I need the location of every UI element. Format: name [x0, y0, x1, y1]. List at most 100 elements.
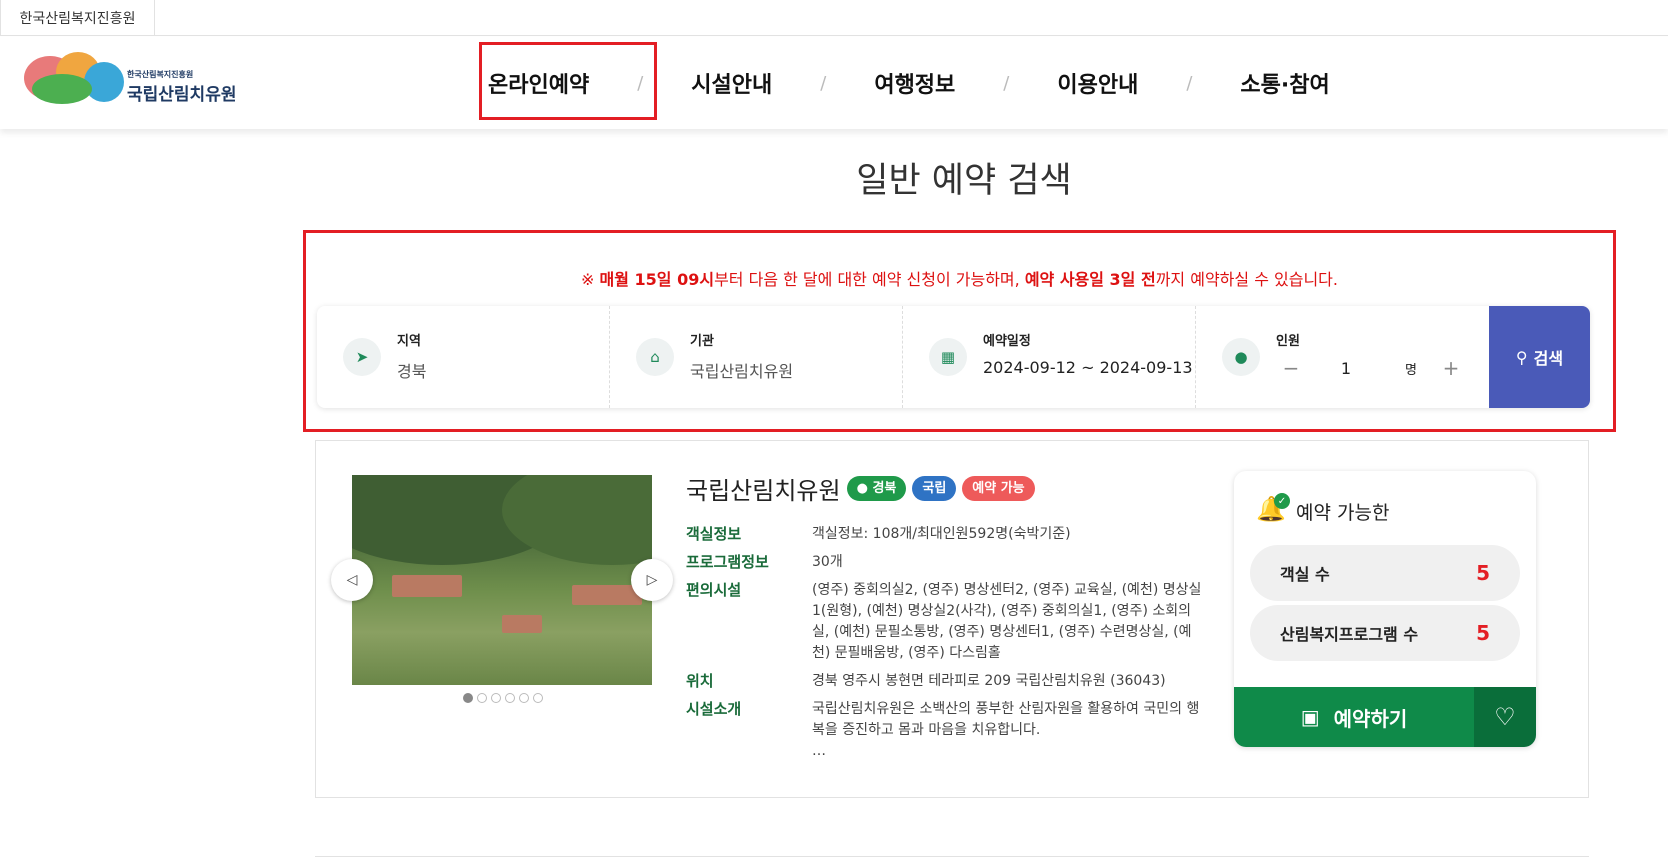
facility-card: ◁ ▷ 국립산림치유원 ● 경북 국립 예약 가능 객실정보 객실정보: 108… — [315, 440, 1589, 798]
slider-dot[interactable] — [533, 693, 543, 703]
org-link[interactable]: 한국산림복지진흥원 — [0, 0, 155, 36]
region-badge: ● 경북 — [846, 476, 907, 501]
facility-photo — [352, 475, 652, 685]
slider-dot[interactable] — [491, 693, 501, 703]
region-label: 지역 — [397, 334, 421, 349]
reserve-button-label: 예약하기 — [1333, 706, 1408, 731]
detail-key: 편의시설 — [686, 581, 742, 599]
top-utility-bar: 한국산림복지진흥원 — [0, 0, 1668, 36]
detail-key: 프로그램정보 — [686, 553, 769, 571]
detail-row: 시설소개 국립산림치유원은 소백산의 풍부한 산림자원을 활용하여 국민의 행복… — [686, 699, 1206, 762]
search-button-label: 검색 — [1533, 349, 1564, 368]
nav-travel-info[interactable]: 여행정보 — [866, 67, 963, 99]
schedule-value[interactable]: 2024-09-12 ~ 2024-09-13 — [983, 358, 1193, 377]
detail-value: 객실정보: 108개/최대인원592명(숙박기준) — [812, 526, 1071, 542]
arrow-left-icon: ◁ — [346, 572, 358, 588]
detail-key: 시설소개 — [686, 700, 742, 718]
search-panel: ※ 매월 15일 09시부터 다음 한 달에 대한 예약 신청이 가능하며, 예… — [303, 230, 1616, 432]
availability-title: 예약 가능한 — [1296, 501, 1390, 524]
people-label: 인원 — [1276, 334, 1300, 349]
calendar-icon: ▦ — [929, 338, 967, 376]
location-arrow-icon: ➤ — [343, 338, 381, 376]
nav-usage-guide[interactable]: 이용안내 — [1049, 67, 1146, 99]
detail-key: 객실정보 — [686, 525, 742, 543]
notice-text: 까지 예약하실 수 있습니다. — [1155, 270, 1338, 289]
detail-row: 객실정보 객실정보: 108개/최대인원592명(숙박기준) — [686, 524, 1206, 545]
facility-name[interactable]: 국립산림치유원 — [686, 471, 841, 506]
availability-panel: 🔔 ✓ 예약 가능한 객실 수 5 산림복지프로그램 수 5 ▣ 예약하기 ♡ — [1234, 471, 1536, 747]
intro-more[interactable]: … — [812, 743, 826, 759]
photo-shape — [572, 585, 642, 605]
programs-stat: 산림복지프로그램 수 5 — [1250, 605, 1520, 661]
logo-shape — [32, 74, 92, 104]
nav-facility-info[interactable]: 시설안내 — [683, 67, 780, 99]
notice-prefix: ※ — [581, 270, 600, 289]
logo-shape — [84, 62, 124, 102]
people-unit: 명 — [1405, 362, 1417, 378]
photo-shape — [502, 615, 542, 633]
availability-header: 🔔 ✓ 예약 가능한 — [1256, 493, 1390, 527]
intro-text: 국립산림치유원은 소백산의 풍부한 산림자원을 활용하여 국민의 행복을 증진하… — [812, 701, 1200, 738]
user-icon: ● — [1222, 338, 1260, 376]
heart-icon: ♡ — [1494, 703, 1516, 731]
region-field[interactable]: ➤ 지역 경북 — [317, 306, 610, 408]
detail-value: 30개 — [812, 554, 843, 570]
site-logo[interactable]: 한국산림복지진흥원 국립산림치유원 — [24, 52, 244, 110]
divider — [315, 856, 1589, 857]
programs-label: 산림복지프로그램 수 — [1280, 625, 1419, 644]
search-button[interactable]: ⚲ 검색 — [1489, 306, 1590, 408]
people-field: ● 인원 − 1 명 + — [1196, 306, 1489, 408]
arrow-right-icon: ▷ — [646, 572, 658, 588]
increment-button[interactable]: + — [1436, 356, 1466, 380]
photo-shape — [502, 475, 652, 565]
people-count[interactable]: 1 — [1306, 359, 1386, 378]
rooms-count: 5 — [1476, 561, 1490, 585]
institution-label: 기관 — [690, 334, 714, 349]
people-stepper: − 1 명 + — [1276, 356, 1466, 380]
slider-dot[interactable] — [463, 693, 473, 703]
detail-value: 국립산림치유원은 소백산의 풍부한 산림자원을 활용하여 국민의 행복을 증진하… — [812, 699, 1206, 762]
highlight-box-nav — [479, 42, 657, 120]
status-badge: 예약 가능 — [962, 476, 1035, 501]
bell-icon: 🔔 ✓ — [1256, 493, 1290, 527]
logo-title: 국립산림치유원 — [127, 85, 237, 105]
slider-dot[interactable] — [505, 693, 515, 703]
reserve-button[interactable]: ▣ 예약하기 — [1234, 687, 1474, 747]
reservation-notice: ※ 매월 15일 09시부터 다음 한 달에 대한 예약 신청이 가능하며, 예… — [306, 266, 1613, 290]
slider-prev-button[interactable]: ◁ — [331, 559, 373, 601]
nav-separator: / — [1003, 72, 1010, 94]
notice-highlight: 매월 15일 09시 — [599, 270, 715, 289]
rooms-stat: 객실 수 5 — [1250, 545, 1520, 601]
region-value[interactable]: 경북 — [397, 358, 426, 382]
programs-count: 5 — [1476, 621, 1490, 645]
schedule-field[interactable]: ▦ 예약일정 2024-09-12 ~ 2024-09-13 — [903, 306, 1196, 408]
site-header: 한국산림복지진흥원 국립산림치유원 온라인예약 / 시설안내 / 여행정보 / … — [0, 37, 1668, 129]
notice-highlight: 예약 사용일 3일 전 — [1024, 270, 1156, 289]
check-icon: ✓ — [1274, 493, 1290, 509]
detail-row: 위치 경북 영주시 봉현면 테라피로 209 국립산림치유원 (36043) — [686, 671, 1206, 692]
slider-dot[interactable] — [519, 693, 529, 703]
region-badge-label: 경북 — [872, 481, 897, 496]
facility-details: 객실정보 객실정보: 108개/최대인원592명(숙박기준) 프로그램정보 30… — [686, 524, 1206, 762]
nav-community[interactable]: 소통·참여 — [1232, 67, 1337, 99]
schedule-label: 예약일정 — [983, 334, 1031, 349]
detail-row: 편의시설 (영주) 중회의실2, (영주) 명상센터2, (영주) 교육실, (… — [686, 580, 1206, 664]
facility-name-row: 국립산림치유원 ● 경북 국립 예약 가능 — [686, 471, 1206, 506]
search-bar: ➤ 지역 경북 ⌂ 기관 국립산림치유원 ▦ 예약일정 2024-09-12 ~… — [317, 306, 1590, 408]
slider-dots — [463, 693, 543, 703]
type-badge: 국립 — [912, 476, 957, 501]
detail-row: 프로그램정보 30개 — [686, 552, 1206, 573]
search-icon: ⚲ — [1515, 347, 1528, 367]
page-title: 일반 예약 검색 — [856, 161, 1072, 201]
slider-next-button[interactable]: ▷ — [631, 559, 673, 601]
nav-separator: / — [820, 72, 827, 94]
decrement-button[interactable]: − — [1276, 356, 1306, 380]
slider-dot[interactable] — [477, 693, 487, 703]
institution-value[interactable]: 국립산림치유원 — [690, 358, 793, 382]
detail-value: (영주) 중회의실2, (영주) 명상센터2, (영주) 교육실, (예천) 명… — [812, 582, 1202, 661]
detail-value: 경북 영주시 봉현면 테라피로 209 국립산림치유원 (36043) — [812, 673, 1166, 689]
institution-field[interactable]: ⌂ 기관 국립산림치유원 — [610, 306, 903, 408]
favorite-button[interactable]: ♡ — [1474, 687, 1536, 747]
detail-key: 위치 — [686, 672, 714, 690]
calendar-check-icon: ▣ — [1300, 705, 1320, 729]
